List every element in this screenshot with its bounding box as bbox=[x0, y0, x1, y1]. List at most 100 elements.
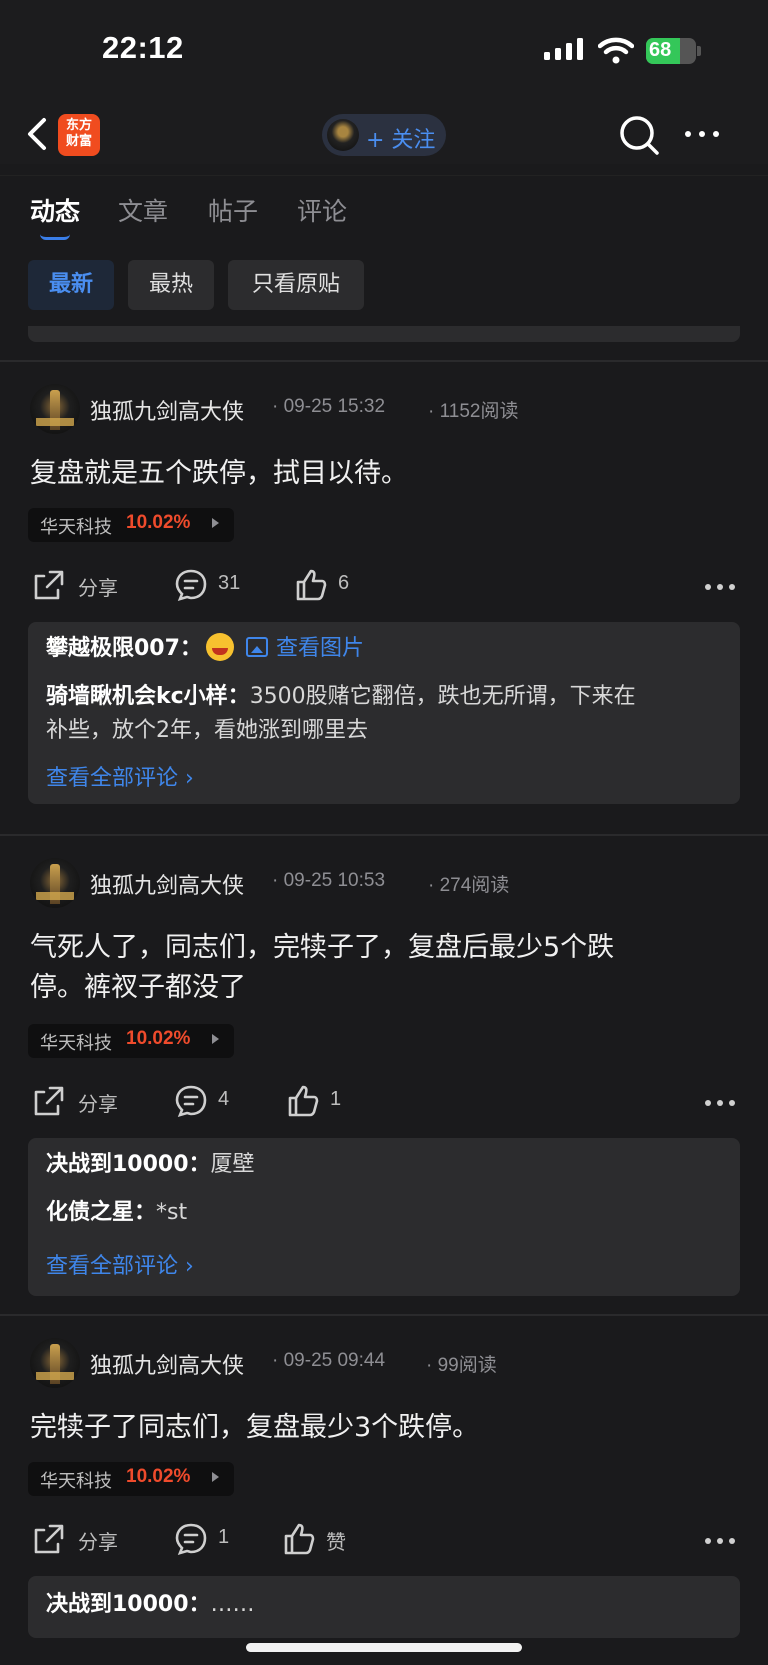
share-icon bbox=[34, 1086, 64, 1116]
author-avatar[interactable] bbox=[30, 384, 80, 434]
post-reads: · 99阅读 bbox=[426, 1355, 497, 1376]
search-icon[interactable] bbox=[618, 114, 660, 156]
tab-articles[interactable]: 文章 bbox=[118, 192, 168, 228]
home-indicator[interactable] bbox=[246, 1643, 522, 1652]
tab-comments[interactable]: 评论 bbox=[297, 192, 347, 228]
share-button[interactable]: 分享 bbox=[32, 566, 132, 606]
comment-item[interactable]: 攀越极限007： 查看图片 bbox=[46, 632, 722, 666]
more-options-icon[interactable] bbox=[682, 124, 722, 144]
view-all-comments-link[interactable]: 查看全部评论 › bbox=[46, 760, 194, 792]
filter-latest[interactable]: 最新 bbox=[28, 260, 114, 310]
comment-item[interactable]: 化债之星：*st bbox=[46, 1196, 722, 1230]
post-more-icon[interactable] bbox=[704, 1099, 736, 1107]
active-tab-indicator bbox=[40, 234, 70, 240]
content-tabs: 动态 文章 帖子 评论 bbox=[0, 176, 768, 246]
stock-name: 华天科技 bbox=[40, 1033, 112, 1054]
battery-icon: 68 bbox=[646, 38, 702, 64]
view-all-comments-link[interactable]: 查看全部评论 › bbox=[46, 1248, 194, 1280]
comment-item[interactable]: 决战到10000：厦壁 bbox=[46, 1148, 722, 1182]
post-card[interactable]: 独孤九剑高大侠 · 09-25 10:53 · 274阅读 气死人了，同志们，完… bbox=[0, 836, 768, 1316]
author-avatar[interactable] bbox=[30, 858, 80, 908]
tab-posts[interactable]: 帖子 bbox=[208, 192, 258, 228]
comment-text-continued: 补些，放个2年，看她涨到哪里去 bbox=[46, 718, 368, 743]
stock-tag[interactable]: 华天科技 10.02% bbox=[28, 1024, 234, 1058]
stock-name: 华天科技 bbox=[40, 517, 112, 538]
comment-user: 决战到10000： bbox=[46, 1592, 211, 1617]
comment-user: 决战到10000： bbox=[46, 1152, 211, 1177]
comment-user: 骑墙瞅机会kc小样： bbox=[46, 684, 250, 709]
stock-change: 10.02% bbox=[126, 1466, 191, 1487]
post-more-icon[interactable] bbox=[704, 1537, 736, 1545]
laughing-emoji-icon bbox=[205, 633, 234, 661]
follow-label: + 关注 bbox=[366, 128, 436, 153]
post-content[interactable]: 复盘就是五个跌停，拭目以待。 bbox=[30, 454, 730, 494]
app-logo[interactable]: 东方 财富 bbox=[58, 114, 100, 156]
post-card[interactable]: 独孤九剑高大侠 · 09-25 15:32 · 1152阅读 复盘就是五个跌停，… bbox=[0, 362, 768, 832]
stock-tag[interactable]: 华天科技 10.02% bbox=[28, 1462, 234, 1496]
comment-icon bbox=[175, 569, 207, 601]
image-icon bbox=[245, 637, 268, 657]
post-card[interactable]: 独孤九剑高大侠 · 09-25 09:44 · 99阅读 完犊子了同志们，复盘最… bbox=[0, 1316, 768, 1665]
share-button[interactable]: 分享 bbox=[32, 1082, 132, 1122]
author-name[interactable]: 独孤九剑高大侠 bbox=[90, 868, 244, 900]
profile-avatar bbox=[327, 119, 359, 151]
thumbs-up-icon bbox=[288, 1085, 319, 1117]
comment-preview[interactable]: 决战到10000：厦壁 化债之星：*st 查看全部评论 › bbox=[28, 1138, 740, 1296]
header-separator bbox=[0, 164, 768, 176]
comment-preview[interactable]: 决战到10000：…… bbox=[28, 1576, 740, 1638]
thumbs-up-icon bbox=[296, 569, 327, 601]
like-button[interactable]: 6 bbox=[294, 566, 374, 606]
post-more-icon[interactable] bbox=[704, 583, 736, 591]
caret-right-icon bbox=[212, 1472, 219, 1482]
comment-preview[interactable]: 攀越极限007： 查看图片 骑墙瞅机会kc小样：3500股赌它翻倍，跌也无所谓，下… bbox=[28, 622, 740, 804]
caret-right-icon bbox=[212, 1034, 219, 1044]
comment-text: …… bbox=[210, 1592, 255, 1617]
comment-item[interactable]: 骑墙瞅机会kc小样：3500股赌它翻倍，跌也无所谓，下来在补些，放个2年，看她涨… bbox=[46, 680, 722, 748]
tab-dynamics[interactable]: 动态 bbox=[30, 192, 80, 228]
stock-change: 10.02% bbox=[126, 1028, 191, 1049]
comment-user: 化债之星： bbox=[46, 1200, 157, 1225]
post-reads: · 274阅读 bbox=[428, 875, 510, 896]
comment-button[interactable]: 1 bbox=[174, 1520, 254, 1560]
like-button[interactable]: 1 bbox=[286, 1082, 366, 1122]
caret-right-icon bbox=[212, 518, 219, 528]
like-button[interactable]: 赞 bbox=[282, 1520, 372, 1560]
filter-original-only[interactable]: 只看原贴 bbox=[228, 260, 364, 310]
comment-button[interactable]: 31 bbox=[174, 566, 254, 606]
comment-text: *st bbox=[156, 1200, 188, 1225]
stock-change: 10.02% bbox=[126, 512, 191, 533]
status-time: 22:12 bbox=[102, 30, 184, 65]
cellular-signal-icon bbox=[544, 38, 583, 60]
battery-percent: 68 bbox=[649, 39, 672, 61]
post-time: · 09-25 10:53 bbox=[272, 870, 386, 891]
comment-icon bbox=[175, 1523, 207, 1555]
author-name[interactable]: 独孤九剑高大侠 bbox=[90, 1348, 244, 1380]
filter-panel-edge bbox=[28, 326, 740, 342]
comment-text: 3500股赌它翻倍，跌也无所谓，下来在 bbox=[249, 684, 636, 709]
view-image-link[interactable]: 查看图片 bbox=[245, 636, 364, 661]
share-icon bbox=[34, 570, 64, 600]
author-name[interactable]: 独孤九剑高大侠 bbox=[90, 394, 244, 426]
thumbs-up-icon bbox=[284, 1523, 315, 1555]
status-bar: 22:12 68 bbox=[0, 0, 768, 100]
author-avatar[interactable] bbox=[30, 1338, 80, 1388]
sort-filters: 最新 最热 只看原贴 bbox=[0, 260, 768, 316]
comment-user: 攀越极限007： bbox=[46, 636, 202, 661]
follow-button[interactable]: + 关注 bbox=[322, 114, 446, 156]
share-button[interactable]: 分享 bbox=[32, 1520, 132, 1560]
stock-name: 华天科技 bbox=[40, 1471, 112, 1492]
post-content[interactable]: 气死人了，同志们，完犊子了，复盘后最少5个跌 停。裤衩子都没了 bbox=[30, 928, 730, 1008]
back-chevron-icon[interactable] bbox=[22, 114, 50, 154]
filter-hottest[interactable]: 最热 bbox=[128, 260, 214, 310]
comment-item[interactable]: 决战到10000：…… bbox=[46, 1588, 722, 1622]
post-time: · 09-25 09:44 bbox=[272, 1350, 386, 1371]
wifi-icon bbox=[598, 37, 634, 64]
stock-tag[interactable]: 华天科技 10.02% bbox=[28, 508, 234, 542]
comment-button[interactable]: 4 bbox=[174, 1082, 254, 1122]
post-reads: · 1152阅读 bbox=[428, 401, 519, 422]
post-content[interactable]: 完犊子了同志们，复盘最少3个跌停。 bbox=[30, 1408, 730, 1448]
share-icon bbox=[34, 1524, 64, 1554]
post-time: · 09-25 15:32 bbox=[272, 396, 386, 417]
comment-text: 厦壁 bbox=[210, 1152, 255, 1177]
comment-icon bbox=[175, 1085, 207, 1117]
